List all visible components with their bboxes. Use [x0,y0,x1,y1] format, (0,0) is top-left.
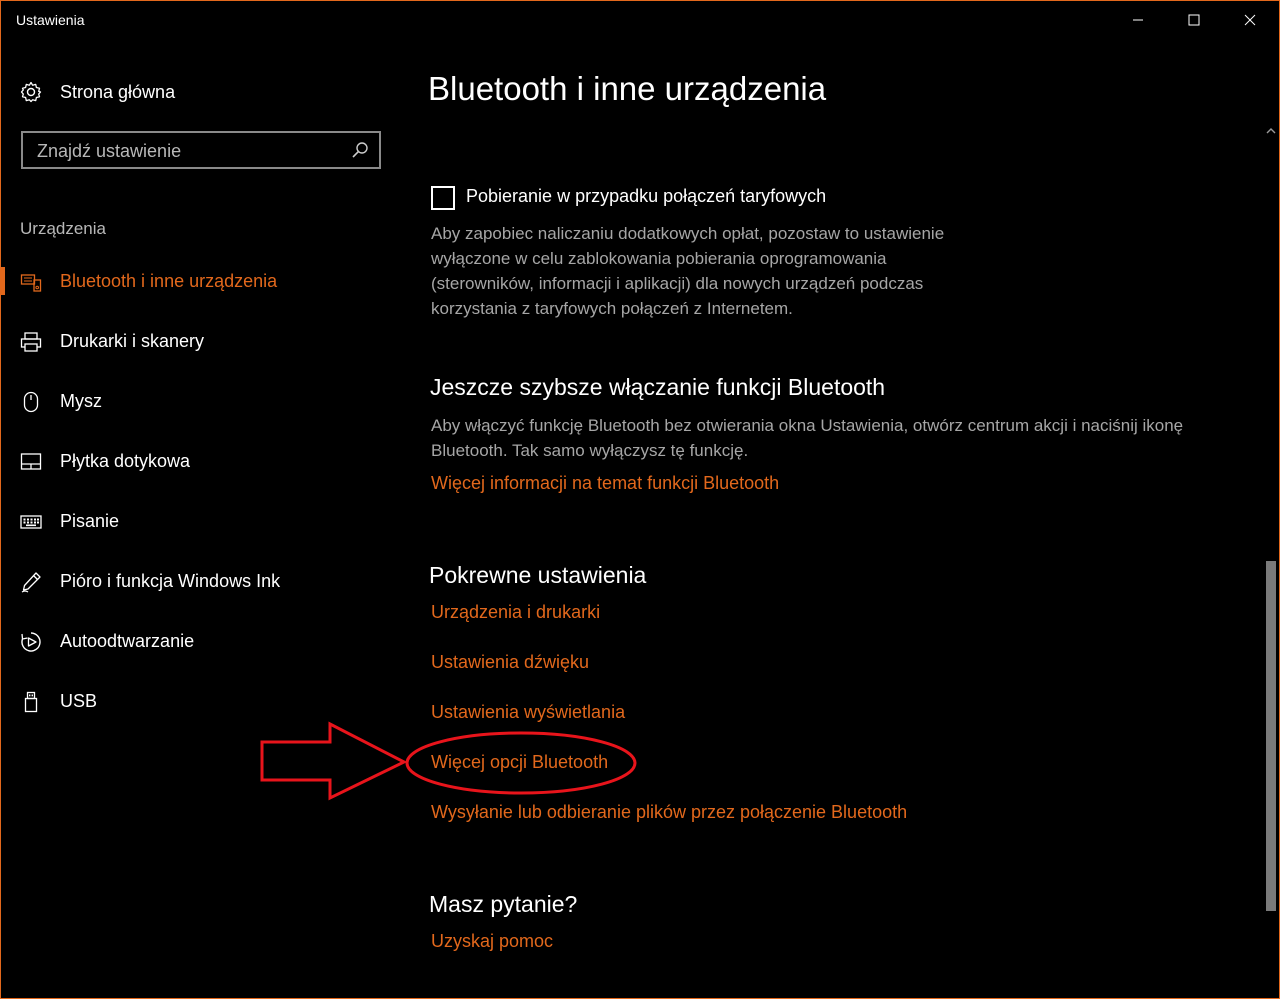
sound-settings-link[interactable]: Ustawienia dźwięku [431,652,589,673]
metered-download-checkbox[interactable] [431,186,455,210]
bluetooth-devices-icon [20,271,42,293]
faster-bluetooth-description: Aby włączyć funkcję Bluetooth bez otwier… [431,416,1184,460]
sidebar-item-mouse[interactable]: Mysz [0,381,400,421]
sidebar-item-label: Drukarki i skanery [60,331,205,351]
scroll-up-arrow[interactable] [1262,122,1280,140]
pen-icon [20,571,42,593]
annotation-arrow [260,721,408,801]
sidebar-item-label: Autoodtwarzanie [60,631,195,651]
bluetooth-more-info-link[interactable]: Więcej informacji na temat funkcji Bluet… [431,473,779,494]
scrollbar-thumb[interactable] [1266,561,1276,911]
keyboard-icon [20,511,42,533]
maximize-button[interactable] [1166,0,1222,40]
sidebar-item-autoplay[interactable]: Autoodtwarzanie [0,621,400,661]
home-label: Strona główna [60,81,176,102]
question-heading: Masz pytanie? [429,891,578,917]
devices-and-printers-link[interactable]: Urządzenia i drukarki [431,602,600,623]
sidebar-item-label: Pióro i funkcja Windows Ink [60,571,281,591]
sidebar-item-bluetooth[interactable]: Bluetooth i inne urządzenia [0,261,400,301]
page-title: Bluetooth i inne urządzenia [428,70,827,107]
sidebar-item-label: Pisanie [60,511,120,531]
sidebar-item-label: USB [60,691,98,711]
minimize-button[interactable] [1110,0,1166,40]
chevron-up-icon [1266,128,1276,134]
usb-icon [20,691,42,713]
active-indicator [0,267,5,295]
search-input[interactable] [37,139,337,163]
sidebar-item-printers[interactable]: Drukarki i skanery [0,321,400,361]
more-bluetooth-options-link[interactable]: Więcej opcji Bluetooth [431,752,608,773]
minimize-icon [1133,19,1143,21]
sidebar-item-label: Płytka dotykowa [60,451,191,471]
title-bar: Ustawienia [0,0,1280,40]
maximize-icon [1188,14,1200,26]
sidebar-section-label: Urządzenia [20,219,106,238]
autoplay-icon [20,631,42,653]
send-receive-files-bluetooth-link[interactable]: Wysyłanie lub odbieranie plików przez po… [431,802,907,823]
close-icon [1244,14,1256,26]
mouse-icon [20,391,42,413]
search-icon[interactable] [351,141,369,159]
get-help-link[interactable]: Uzyskaj pomoc [431,931,553,952]
sidebar-item-label: Mysz [60,391,102,411]
sidebar-item-usb[interactable]: USB [0,681,400,721]
window-title: Ustawienia [16,12,85,28]
search-box[interactable] [21,131,381,169]
sidebar-item-label: Bluetooth i inne urządzenia [60,271,278,291]
close-button[interactable] [1222,0,1278,40]
display-settings-link[interactable]: Ustawienia wyświetlania [431,702,625,723]
home-link[interactable]: Strona główna [20,78,175,106]
gear-icon [20,81,42,103]
vertical-scrollbar[interactable] [1262,118,1280,999]
faster-bluetooth-heading: Jeszcze szybsze włączanie funkcji Blueto… [430,374,886,400]
sidebar-item-pen[interactable]: Pióro i funkcja Windows Ink [0,561,400,601]
sidebar-item-typing[interactable]: Pisanie [0,501,400,541]
metered-download-label[interactable]: Pobieranie w przypadku połączeń taryfowy… [466,186,826,207]
sidebar-item-touchpad[interactable]: Płytka dotykowa [0,441,400,481]
printer-icon [20,331,42,353]
metered-download-description: Aby zapobiec naliczaniu dodatkowych opła… [431,224,945,318]
touchpad-icon [20,451,42,473]
related-settings-heading: Pokrewne ustawienia [429,562,647,588]
